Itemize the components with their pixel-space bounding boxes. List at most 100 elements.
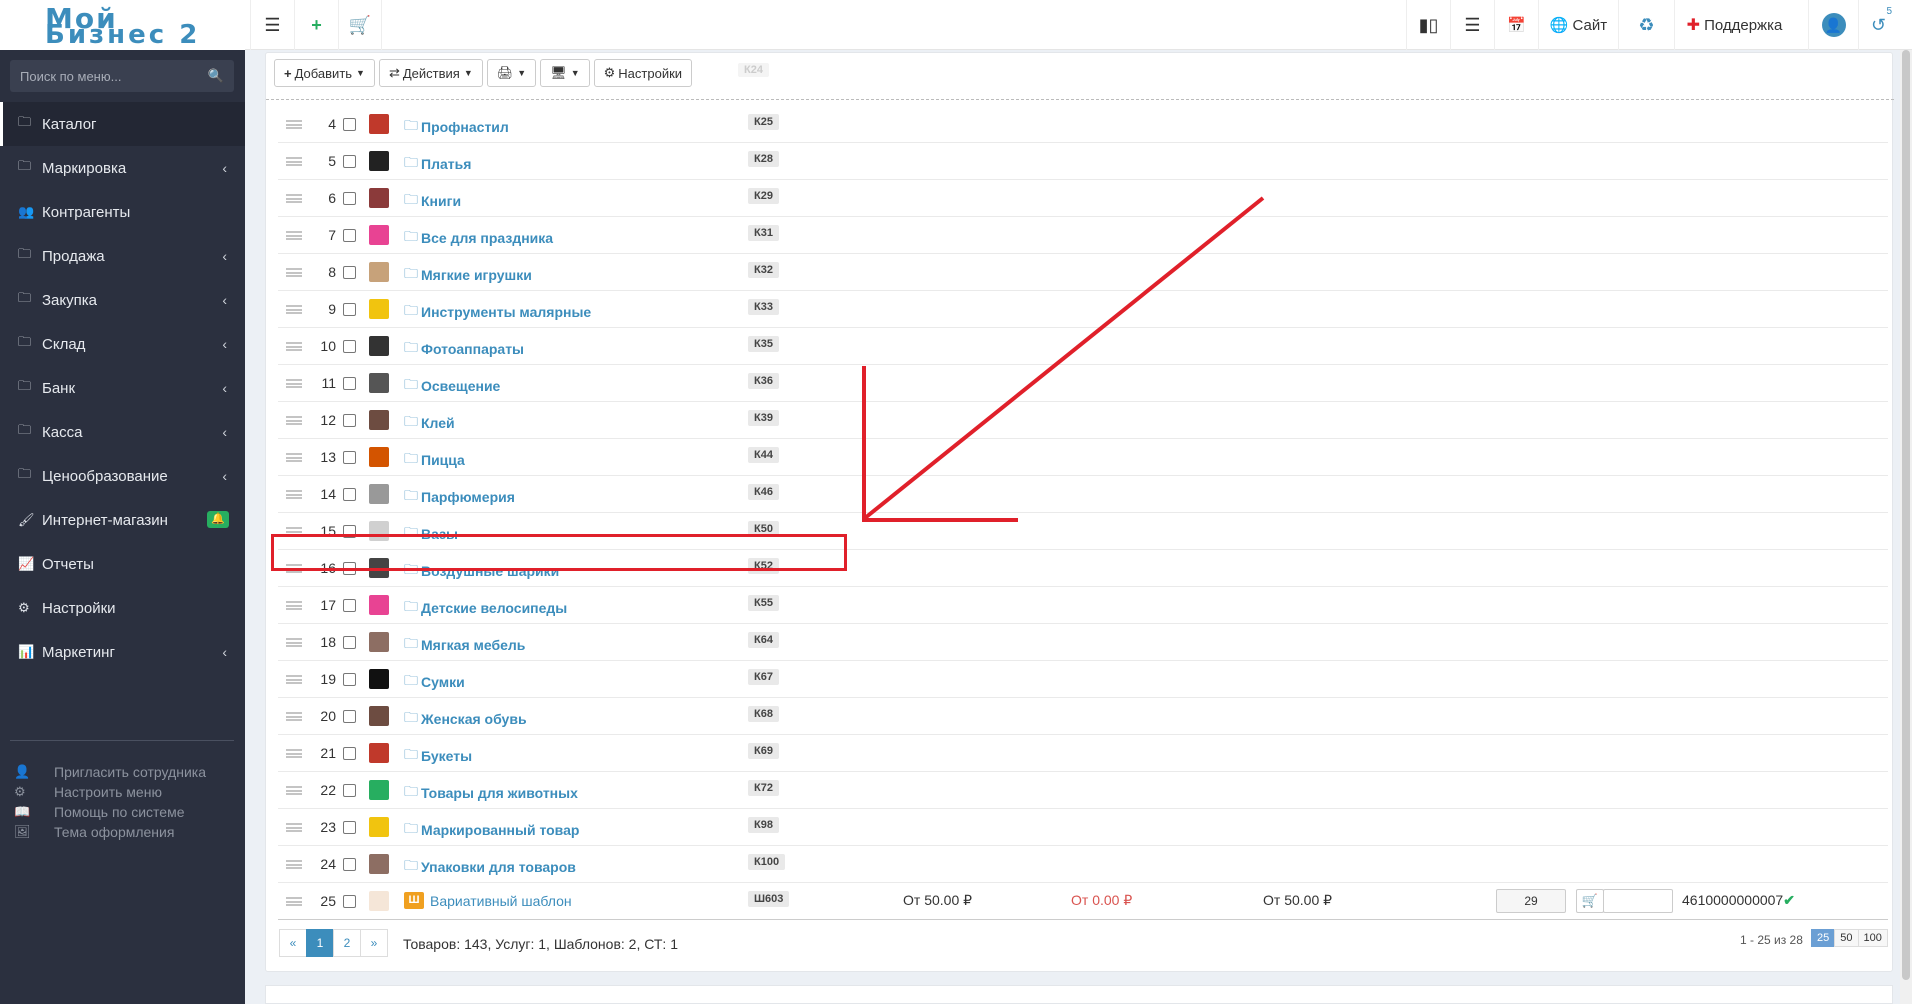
support-button[interactable]: ✚ Поддержка xyxy=(1674,0,1794,50)
hamburger-icon[interactable]: ☰ xyxy=(250,0,294,50)
category-link[interactable]: 🗀 Парфюмерия xyxy=(404,485,515,509)
page-2-button[interactable]: 2 xyxy=(333,929,361,957)
row-checkbox[interactable] xyxy=(343,710,356,723)
drag-handle-icon[interactable] xyxy=(286,120,302,129)
drag-handle-icon[interactable] xyxy=(286,823,302,832)
sidebar-item-5[interactable]: 🗀 Склад ‹ xyxy=(0,322,245,366)
sidebar-item-9[interactable]: 🖌 Интернет-магазин 🔔 xyxy=(0,498,245,542)
display-button[interactable]: 🖥 ▼ xyxy=(540,59,590,87)
sidebar-item-6[interactable]: 🗀 Банк ‹ xyxy=(0,366,245,410)
row-checkbox[interactable] xyxy=(343,414,356,427)
sidebar-item-11[interactable]: ⚙ Настройки xyxy=(0,586,245,630)
print-button[interactable]: 🖨 ▼ xyxy=(486,59,537,87)
scrollbar-thumb[interactable] xyxy=(1902,50,1910,980)
category-link[interactable]: 🗀 Профнастил xyxy=(404,115,509,139)
sidebar-item-1[interactable]: 🗀 Маркировка ‹ xyxy=(0,146,245,190)
sidebar-extra-item[interactable]: ⚙ Настроить меню xyxy=(14,782,206,802)
category-link[interactable]: 🗀 Упаковки для товаров xyxy=(404,855,576,879)
page-scrollbar[interactable] xyxy=(1900,50,1912,1004)
row-checkbox[interactable] xyxy=(343,821,356,834)
row-checkbox[interactable] xyxy=(343,784,356,797)
logo[interactable]: Мой Бизнес 2 xyxy=(0,0,245,50)
sidebar-item-7[interactable]: 🗀 Касса ‹ xyxy=(0,410,245,454)
row-checkbox[interactable] xyxy=(343,599,356,612)
sidebar-item-4[interactable]: 🗀 Закупка ‹ xyxy=(0,278,245,322)
row-checkbox[interactable] xyxy=(343,451,356,464)
category-link[interactable]: 🗀 Все для праздника xyxy=(404,226,553,250)
row-checkbox[interactable] xyxy=(343,118,356,131)
drag-handle-icon[interactable] xyxy=(286,305,302,314)
cart-quantity-input[interactable] xyxy=(1603,889,1673,913)
category-link[interactable]: 🗀 Товары для животных xyxy=(404,781,578,805)
row-checkbox[interactable] xyxy=(343,155,356,168)
drag-handle-icon[interactable] xyxy=(286,231,302,240)
sidebar-extra-item[interactable]: 👤 Пригласить сотрудника xyxy=(14,762,206,782)
category-link[interactable]: 🗀 Платья xyxy=(404,152,471,176)
row-checkbox[interactable] xyxy=(343,895,356,908)
row-checkbox[interactable] xyxy=(343,636,356,649)
calendar-icon[interactable]: 📅 xyxy=(1494,0,1538,50)
search-input[interactable] xyxy=(10,60,200,92)
prev-page-button[interactable]: « xyxy=(279,929,307,957)
page-size-100[interactable]: 100 xyxy=(1857,929,1888,947)
sidebar-item-12[interactable]: 📊 Маркетинг ‹ xyxy=(0,630,245,674)
drag-handle-icon[interactable] xyxy=(286,897,302,906)
drag-handle-icon[interactable] xyxy=(286,453,302,462)
drag-handle-icon[interactable] xyxy=(286,490,302,499)
next-page-button[interactable]: » xyxy=(360,929,388,957)
page-1-button[interactable]: 1 xyxy=(306,929,334,957)
add-to-cart-button[interactable]: 🛒 xyxy=(1576,889,1604,913)
notifications-button[interactable]: ↺ 5 xyxy=(1858,0,1898,50)
category-link[interactable]: 🗀 Букеты xyxy=(404,744,472,768)
plus-icon[interactable]: + xyxy=(294,0,338,50)
drag-handle-icon[interactable] xyxy=(286,379,302,388)
drag-handle-icon[interactable] xyxy=(286,601,302,610)
category-link[interactable]: 🗀 Клей xyxy=(404,411,455,435)
row-checkbox[interactable] xyxy=(343,340,356,353)
row-checkbox[interactable] xyxy=(343,266,356,279)
row-checkbox[interactable] xyxy=(343,229,356,242)
site-button[interactable]: 🌐 Сайт xyxy=(1538,0,1618,50)
drag-handle-icon[interactable] xyxy=(286,712,302,721)
row-checkbox[interactable] xyxy=(343,858,356,871)
drag-handle-icon[interactable] xyxy=(286,157,302,166)
settings-button[interactable]: ⚙ Настройки xyxy=(593,59,693,87)
drag-handle-icon[interactable] xyxy=(286,675,302,684)
drag-handle-icon[interactable] xyxy=(286,416,302,425)
page-size-25[interactable]: 25 xyxy=(1811,929,1836,947)
category-link[interactable]: 🗀 Освещение xyxy=(404,374,500,398)
category-link[interactable]: 🗀 Мягкие игрушки xyxy=(404,263,532,287)
drag-handle-icon[interactable] xyxy=(286,194,302,203)
category-link[interactable]: 🗀 Инструменты малярные xyxy=(404,300,591,324)
add-button[interactable]: + Добавить ▼ xyxy=(274,59,375,87)
drag-handle-icon[interactable] xyxy=(286,342,302,351)
sidebar-extra-item[interactable]: 🖼 Тема оформления xyxy=(14,822,206,842)
category-link[interactable]: 🗀 Детские велосипеды xyxy=(404,596,567,620)
sidebar-item-2[interactable]: 👥 Контрагенты xyxy=(0,190,245,234)
category-link[interactable]: 🗀 Пицца xyxy=(404,448,465,472)
row-checkbox[interactable] xyxy=(343,673,356,686)
actions-button[interactable]: ⇄ Действия ▼ xyxy=(378,59,483,87)
user-avatar[interactable]: 👤 xyxy=(1808,0,1858,50)
drag-handle-icon[interactable] xyxy=(286,268,302,277)
sidebar-extra-item[interactable]: 📖 Помощь по системе xyxy=(14,802,206,822)
drag-handle-icon[interactable] xyxy=(286,638,302,647)
drag-handle-icon[interactable] xyxy=(286,749,302,758)
row-checkbox[interactable] xyxy=(343,192,356,205)
bottle-icon[interactable]: ♻ xyxy=(1618,0,1674,50)
sidebar-item-10[interactable]: 📈 Отчеты xyxy=(0,542,245,586)
sidebar-item-8[interactable]: 🗀 Ценообразование ‹ xyxy=(0,454,245,498)
sidebar-item-0[interactable]: 🗀 Каталог xyxy=(0,102,245,146)
cart-icon[interactable]: 🛒 xyxy=(338,0,382,50)
category-link[interactable]: 🗀 Мягкая мебель xyxy=(404,633,525,657)
drag-handle-icon[interactable] xyxy=(286,786,302,795)
row-checkbox[interactable] xyxy=(343,303,356,316)
row-checkbox[interactable] xyxy=(343,488,356,501)
category-link[interactable]: 🗀 Сумки xyxy=(404,670,465,694)
template-link[interactable]: Ш Вариативный шаблон xyxy=(404,892,572,909)
barcode-icon[interactable]: ▮▯ xyxy=(1406,0,1450,50)
search-icon[interactable]: 🔍 xyxy=(208,68,224,84)
row-checkbox[interactable] xyxy=(343,747,356,760)
row-checkbox[interactable] xyxy=(343,377,356,390)
drag-handle-icon[interactable] xyxy=(286,860,302,869)
